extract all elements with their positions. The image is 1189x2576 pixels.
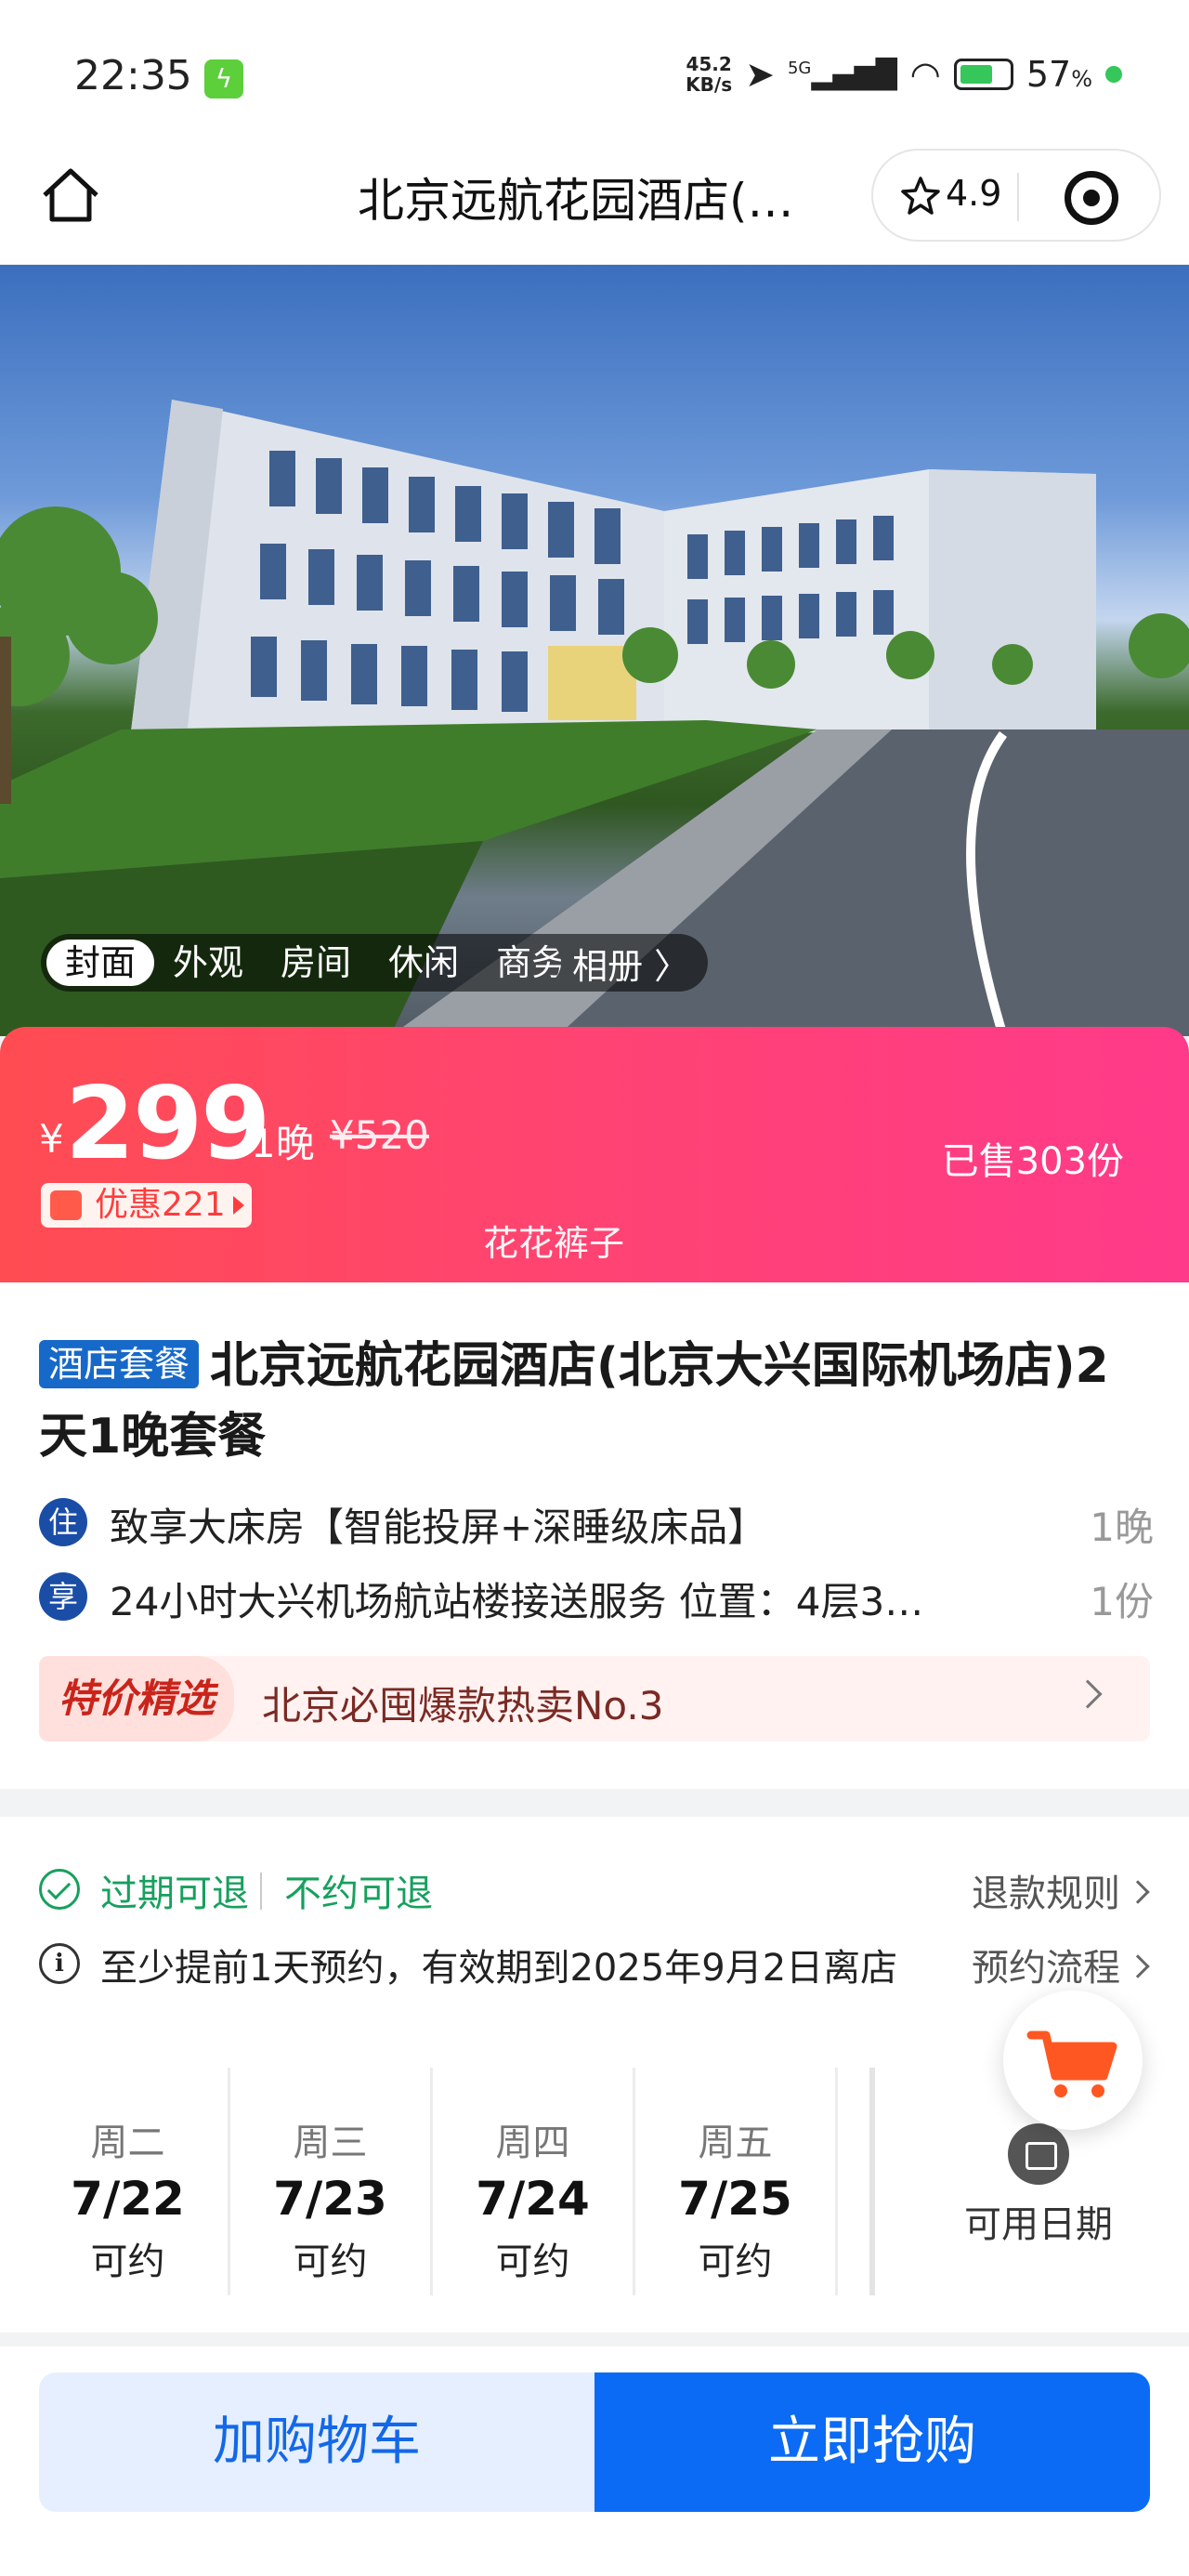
rating-value: 4.9 [946, 173, 1002, 214]
star-icon[interactable] [899, 175, 942, 217]
brand-watermark: 花花裤子 [483, 1223, 625, 1264]
product-info-card: 酒店套餐 北京远航花园酒店(北京大兴国际机场店)2天1晚套餐 住 致享大床房【智能… [0, 1282, 1189, 1789]
album-tab-business[interactable]: 商务 [477, 940, 561, 986]
discount-badge[interactable]: 优惠221 [41, 1183, 252, 1228]
status-bar: 22:35 ϟ 45.2 KB/s ➤ 5G▂▄▆█ ◠ 57% [0, 0, 1189, 139]
net-speed: 45.2 KB/s [686, 53, 733, 96]
booking-flow-link[interactable]: 预约流程 [972, 1938, 1150, 1991]
battery-level: 57% [1026, 54, 1092, 95]
package-item-service: 享 24小时大兴机场航站楼接送服务 位置：4层3… 1份 [39, 1569, 1154, 1624]
album-tab-leisure[interactable]: 休闲 [370, 940, 477, 986]
buy-now-button[interactable]: 立即抢购 [594, 2372, 1150, 2512]
date-selector: 周二 7/22 可约 周三 7/23 可约 周四 7/24 可约 周五 7/25… [28, 2068, 920, 2295]
money-bag-icon [50, 1190, 82, 1220]
enjoy-icon: 享 [39, 1572, 87, 1621]
battery-icon [953, 59, 1013, 90]
capsule-divider [1017, 173, 1019, 221]
page-title: 北京远航花园酒店(… [358, 174, 794, 228]
wifi-icon: ◠ [909, 54, 941, 95]
status-dot [1105, 66, 1122, 83]
nav-capsule: 4.9 [871, 149, 1161, 242]
bottom-action-bar: 加购物车 立即抢购 [0, 2346, 1189, 2576]
home-icon[interactable] [37, 162, 104, 229]
chevron-right-icon [1073, 1679, 1103, 1709]
album-tab-exterior[interactable]: 外观 [154, 940, 262, 986]
nav-bar: 北京远航花园酒店(… 4.9 [0, 139, 1189, 265]
sold-count: 已售303份 [941, 1140, 1124, 1183]
album-link[interactable]: 相册 〉 [561, 938, 697, 989]
date-option[interactable]: 周三 7/23 可约 [230, 2068, 433, 2295]
ranking-promo[interactable]: 特价精选 北京必囤爆款热卖No.3 [39, 1656, 1150, 1741]
album-tab-cover[interactable]: 封面 [46, 940, 155, 986]
stay-icon: 住 [39, 1498, 87, 1546]
date-option[interactable]: 周五 7/25 可约 [635, 2068, 838, 2295]
chevron-right-icon [1126, 1954, 1150, 1978]
price-currency: ¥ [39, 1116, 64, 1162]
calendar-icon [1008, 2123, 1069, 2185]
info-icon: i [39, 1943, 80, 1984]
price-unit: 1晚 [251, 1121, 315, 1166]
location-icon: ➤ [745, 54, 775, 95]
original-price: ¥520 [330, 1112, 429, 1158]
hotel-building-illustration [0, 400, 1189, 1036]
date-option[interactable]: 周四 7/24 可约 [433, 2068, 635, 2295]
chevron-right-icon: 〉 [654, 945, 690, 987]
floating-cart-button[interactable] [1003, 1991, 1143, 2130]
charging-app-icon: ϟ [204, 59, 243, 99]
product-tag: 酒店套餐 [39, 1340, 200, 1388]
hotel-photo[interactable]: 封面 外观 房间 休闲 商务 相册 〉 [0, 265, 1189, 1036]
status-time: 22:35 [74, 52, 192, 99]
signal-icon: 5G▂▄▆█ [787, 58, 897, 91]
add-to-cart-button[interactable]: 加购物车 [39, 2372, 594, 2512]
date-option-partial[interactable] [838, 2068, 875, 2295]
date-option[interactable]: 周二 7/22 可约 [28, 2068, 230, 2295]
chevron-right-icon [1126, 1880, 1150, 1904]
price-banner: ¥ 299 1晚 ¥520 优惠221 已售303份 花花裤子 [0, 1027, 1189, 1282]
divider [260, 1873, 262, 1910]
status-right: 45.2 KB/s ➤ 5G▂▄▆█ ◠ 57% [686, 54, 1122, 95]
package-item-room: 住 致享大床房【智能投屏+深睡级床品】 1晚 [39, 1494, 1154, 1550]
refund-rules-link[interactable]: 退款规则 [972, 1863, 1150, 1917]
close-target-icon[interactable] [1065, 171, 1118, 225]
product-title: 酒店套餐 北京远航花园酒店(北京大兴国际机场店)2天1晚套餐 [39, 1338, 1109, 1465]
check-circle-icon [39, 1869, 80, 1910]
promo-badge: 特价精选 [39, 1656, 234, 1741]
shopping-cart-icon [1026, 2031, 1117, 2097]
promo-text: 北京必囤爆款热卖No.3 [262, 1683, 664, 1728]
triangle-right-icon [232, 1196, 244, 1215]
price-amount: 299 [65, 1066, 270, 1182]
available-dates-button[interactable]: 可用日期 [936, 2123, 1141, 2248]
album-tab-room[interactable]: 房间 [262, 940, 370, 986]
album-tabs: 封面 外观 房间 休闲 商务 相册 〉 [41, 934, 709, 992]
